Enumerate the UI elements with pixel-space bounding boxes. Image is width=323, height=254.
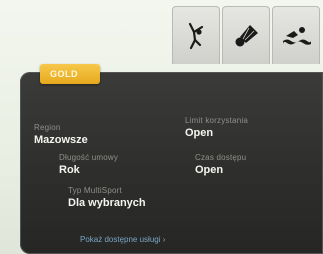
access-time-value: Open (195, 164, 224, 176)
duration-value: Rok (59, 164, 80, 176)
gymnast-icon (188, 22, 204, 49)
usage-limit-label: Limit korzystania (185, 116, 248, 125)
duration-field: Długość umowy Rok (59, 153, 118, 176)
tab-badminton[interactable] (222, 6, 270, 64)
tab-gymnastics[interactable] (172, 6, 220, 64)
multisport-type-value: Dla wybranych (68, 197, 146, 209)
usage-limit-value: Open (185, 127, 214, 139)
region-value: Mazowsze (34, 134, 88, 146)
multisport-type-label: Typ MultiSport (68, 186, 122, 195)
access-time-field: Czas dostępu Open (195, 153, 246, 176)
multisport-type-field: Typ MultiSport Dla wybranych (68, 186, 146, 209)
sport-tabs (172, 6, 320, 64)
gold-badge: GOLD (40, 64, 100, 84)
usage-limit-field: Limit korzystania Open (185, 116, 248, 139)
stage: GOLD Region Mazowsze Limit korzystania O… (0, 0, 323, 254)
tab-swimming[interactable] (272, 6, 320, 64)
access-time-label: Czas dostępu (195, 153, 247, 162)
region-field: Region Mazowsze (34, 123, 88, 146)
duration-label: Długość umowy (59, 153, 119, 162)
show-services-link[interactable]: Pokaż dostępne usługi › (80, 235, 165, 244)
region-label: Region (34, 123, 61, 132)
shuttlecock-icon (235, 24, 258, 46)
swimmer-icon (283, 26, 311, 45)
package-panel: GOLD Region Mazowsze Limit korzystania O… (20, 64, 323, 254)
